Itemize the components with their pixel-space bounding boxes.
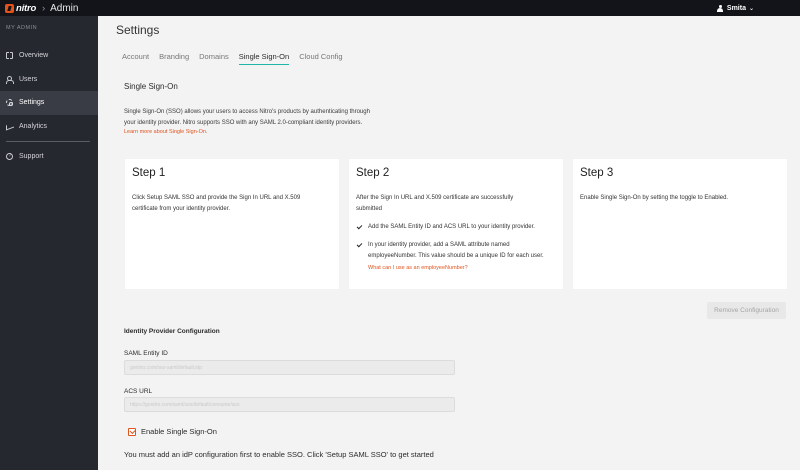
step-text-line: Click Setup SAML SSO and provide the Sig… (132, 195, 301, 201)
help-icon (6, 153, 13, 161)
checklist-item: In your identity provider, add a SAML at… (356, 240, 544, 261)
tab-single-sign-on[interactable]: Single Sign-On (238, 52, 290, 65)
tab-domains[interactable]: Domains (199, 52, 229, 65)
breadcrumb-separator: › (42, 3, 46, 13)
sidebar-item-analytics[interactable]: Analytics (0, 115, 98, 139)
sidebar-heading: MY ADMIN (6, 25, 38, 31)
chevron-down-icon: ⌄ (748, 5, 754, 12)
sidebar-item-overview[interactable]: Overview (0, 44, 98, 68)
sidebar-item-users[interactable]: Users (0, 68, 98, 92)
employee-number-help-link[interactable]: What can I use as an employeeNumber? (368, 265, 468, 271)
overview-icon (6, 52, 13, 60)
step-1-card: Step 1 Click Setup SAML SSO and provide … (125, 159, 339, 289)
sidebar: MY ADMIN Overview Users Settings Analyti… (0, 16, 98, 470)
users-icon (6, 75, 14, 84)
sso-description: Single Sign-On (SSO) allows your users t… (124, 107, 424, 128)
nitro-logo-icon (5, 3, 14, 13)
sidebar-item-label: Overview (19, 52, 49, 60)
step-title: Step 1 (132, 167, 166, 179)
step-text-line: After the Sign In URL and X.509 certific… (356, 195, 514, 201)
acs-url-field[interactable]: https://gonitro.com/saml/sso/default/con… (124, 397, 455, 412)
sidebar-item-support[interactable]: Support (0, 145, 98, 169)
saml-entity-id-label: SAML Entity ID (124, 350, 168, 357)
user-menu[interactable]: Smita ⌄ (717, 0, 754, 16)
top-bar: nitro › Admin Smita ⌄ (0, 0, 800, 16)
sidebar-item-settings[interactable]: Settings (0, 91, 98, 115)
learn-more-link[interactable]: Learn more about Single Sign-On. (124, 129, 207, 135)
tab-account[interactable]: Account (122, 52, 149, 65)
description-line: your identity provider. Nitro supports S… (124, 119, 363, 126)
enable-sso-checkbox[interactable] (128, 427, 136, 436)
checklist-text: Add the SAML Entity ID and ACS URL to yo… (368, 224, 535, 230)
checklist-text: In your identity provider, add a SAML at… (368, 242, 510, 248)
checkmark-icon (356, 241, 363, 247)
step-text: Click Setup SAML SSO and provide the Sig… (132, 193, 300, 214)
idp-config-title: Identity Provider Configuration (124, 328, 220, 335)
sidebar-item-label: Settings (19, 99, 45, 107)
checklist-item: Add the SAML Entity ID and ACS URL to yo… (356, 222, 535, 233)
sidebar-item-label: Users (19, 75, 38, 83)
description-line: Single Sign-On (SSO) allows your users t… (124, 109, 370, 115)
sidebar-divider (6, 141, 90, 142)
remove-configuration-button[interactable]: Remove Configuration (707, 302, 786, 319)
section-title: Single Sign-On (124, 82, 178, 91)
enable-sso-label: Enable Single Sign-On (141, 427, 217, 436)
step-text-line: certificate from your identity provider. (132, 205, 231, 212)
enable-sso-row[interactable]: Enable Single Sign-On (128, 427, 217, 436)
step-text: After the Sign In URL and X.509 certific… (356, 193, 513, 214)
checklist-text: employeeNumber. This value should be a u… (368, 252, 544, 259)
step-3-card: Step 3 Enable Single Sign-On by setting … (573, 159, 787, 289)
step-text: Enable Single Sign-On by setting the tog… (580, 195, 729, 201)
sidebar-item-label: Support (19, 153, 44, 161)
settings-tabs: Account Branding Domains Single Sign-On … (122, 52, 353, 65)
app-name: Admin (50, 2, 79, 14)
user-icon (717, 4, 724, 12)
user-name: Smita (726, 4, 746, 12)
main-content: Settings Account Branding Domains Single… (98, 16, 800, 470)
brand-name: nitro (16, 2, 37, 14)
tab-cloud-config[interactable]: Cloud Config (299, 52, 342, 65)
page-title: Settings (116, 23, 160, 37)
checkmark-icon (356, 223, 363, 229)
acs-url-label: ACS URL (124, 388, 153, 395)
setup-note: You must add an idP configuration first … (124, 450, 434, 459)
step-text-line: submitted (356, 205, 383, 212)
step-title: Step 3 (580, 167, 614, 179)
saml-entity-id-field[interactable]: gonitro.com/sso-saml/default.idp (124, 360, 455, 375)
analytics-icon (6, 123, 13, 130)
settings-icon (6, 99, 13, 107)
step-2-card: Step 2 After the Sign In URL and X.509 c… (349, 159, 563, 289)
nitro-logo[interactable]: nitro (5, 3, 36, 14)
sidebar-item-label: Analytics (19, 122, 48, 130)
step-title: Step 2 (356, 167, 390, 179)
tab-branding[interactable]: Branding (159, 52, 189, 65)
